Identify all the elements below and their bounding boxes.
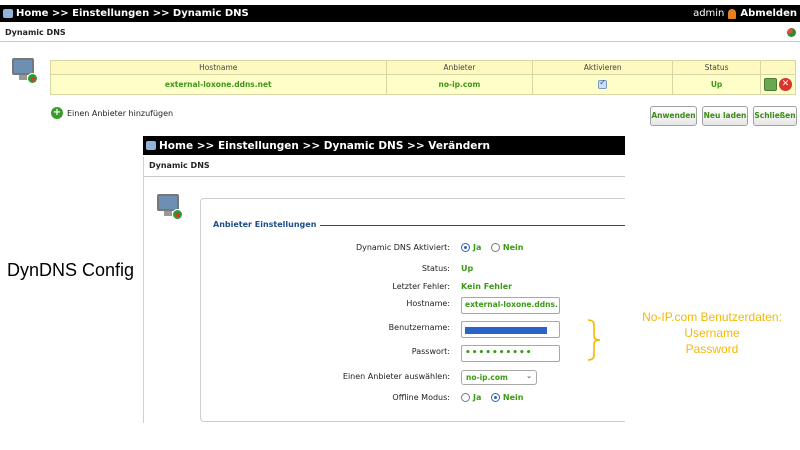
label-hostname: Hostname: <box>406 299 450 308</box>
radio-active-yes[interactable] <box>461 243 470 252</box>
radio-active-no[interactable] <box>490 243 500 252</box>
section-title: Dynamic DNS <box>0 26 800 42</box>
cell-hostname: external-loxone.ddns.net <box>50 74 387 95</box>
row-hostname: Hostname: external-loxone.ddns. <box>143 296 625 314</box>
annotation-line-3: Password <box>685 342 739 356</box>
annotation-line-2: Username <box>684 326 740 340</box>
dyndns-active-radios: Ja Nein <box>461 243 530 252</box>
radio-active-yes-label: Ja <box>473 243 482 252</box>
username-field[interactable] <box>461 321 560 338</box>
network-computer-icon <box>12 58 38 84</box>
col-header-enable: Aktivieren <box>532 60 674 75</box>
col-header-status: Status <box>672 60 761 75</box>
label-status: Status: <box>421 264 450 273</box>
label-username: Benutzername: <box>388 323 450 332</box>
offline-mode-radios: Ja Nein <box>461 393 530 402</box>
hostname-field-wrap: external-loxone.ddns. <box>461 297 560 314</box>
apply-button[interactable]: Anwenden <box>650 106 697 126</box>
provider-select-value: no-ip.com <box>466 373 508 382</box>
row-status: Status: Up <box>143 261 625 279</box>
row-username: Benutzername: <box>143 320 625 338</box>
section-title-text: Dynamic DNS <box>5 28 66 37</box>
username-label: admin <box>693 8 725 19</box>
cell-status: Up <box>672 74 761 95</box>
close-button[interactable]: Schließen <box>753 106 797 126</box>
last-error-value: Kein Fehler <box>461 282 513 291</box>
fieldset-legend: Anbieter Einstellungen <box>213 220 321 229</box>
title-bar: Home >> Einstellungen >> Dynamic DNS adm… <box>0 5 800 22</box>
radio-active-no-label: Nein <box>502 243 524 252</box>
label-last-error: Letzter Fehler: <box>392 282 450 291</box>
dialog-section-title: Dynamic DNS <box>143 157 625 177</box>
row-password: Passwort: •••••••••• <box>143 344 625 362</box>
cell-actions: ✕ <box>760 74 796 95</box>
add-provider-link[interactable]: + Einen Anbieter hinzufügen <box>51 107 173 119</box>
cell-provider: no-ip.com <box>385 74 534 95</box>
add-provider-label: Einen Anbieter hinzufügen <box>67 108 174 118</box>
breadcrumb: Home >> Einstellungen >> Dynamic DNS <box>16 8 249 19</box>
enable-checkbox[interactable] <box>598 78 608 90</box>
user-icon <box>728 8 737 19</box>
home-icon[interactable] <box>3 9 13 18</box>
radio-offline-no[interactable] <box>490 393 500 402</box>
col-header-hostname: Hostname <box>50 60 387 75</box>
annotation-line-1: No-IP.com Benutzerdaten: <box>642 310 782 324</box>
dialog-breadcrumb: Home >> Einstellungen >> Dynamic DNS >> … <box>159 139 490 152</box>
logout-link[interactable]: Abmelden <box>740 8 797 19</box>
table-row[interactable]: external-loxone.ddns.net no-ip.com Up ✕ <box>50 74 796 95</box>
delete-icon[interactable]: ✕ <box>779 78 792 91</box>
label-dyndns-active: Dynamic DNS Aktiviert: <box>355 243 450 252</box>
status-value: Up <box>461 264 474 273</box>
col-header-provider: Anbieter <box>385 60 534 75</box>
home-icon[interactable] <box>146 141 156 150</box>
network-computer-icon <box>157 194 183 220</box>
redaction-bar <box>465 327 547 334</box>
chevron-down-icon: ⌄ <box>526 372 532 380</box>
provider-select-wrap: no-ip.com ⌄ <box>461 370 537 385</box>
credentials-annotation: No-IP.com Benutzerdaten: Username Passwo… <box>626 309 798 357</box>
cell-enable <box>532 74 674 95</box>
legend-divider <box>303 225 625 226</box>
row-provider-select: Einen Anbieter auswählen: no-ip.com ⌄ <box>143 369 625 387</box>
row-dyndns-active: Dynamic DNS Aktiviert: Ja Nein <box>143 240 625 258</box>
row-last-error: Letzter Fehler: Kein Fehler <box>143 279 625 297</box>
label-password: Passwort: <box>411 347 450 356</box>
provider-table: Hostname Anbieter Aktivieren Status exte… <box>50 60 796 95</box>
edit-dialog: Home >> Einstellungen >> Dynamic DNS >> … <box>143 136 625 423</box>
help-icon[interactable] <box>787 28 796 37</box>
col-header-actions <box>760 60 796 75</box>
bracket-annotation <box>587 319 601 361</box>
password-field-wrap: •••••••••• <box>461 345 560 362</box>
password-field[interactable]: •••••••••• <box>461 345 560 362</box>
label-provider-select: Einen Anbieter auswählen: <box>342 372 450 381</box>
row-offline-mode: Offline Modus: Ja Nein <box>143 390 625 408</box>
radio-offline-yes[interactable] <box>461 393 470 402</box>
provider-select[interactable]: no-ip.com ⌄ <box>461 370 537 385</box>
side-caption: DynDNS Config <box>7 260 135 280</box>
user-area: admin Abmelden <box>693 5 797 22</box>
label-offline-mode: Offline Modus: <box>392 393 450 402</box>
dialog-title-bar: Home >> Einstellungen >> Dynamic DNS >> … <box>143 136 625 155</box>
edit-icon[interactable] <box>764 78 777 91</box>
radio-offline-no-label: Nein <box>502 393 524 402</box>
radio-offline-yes-label: Ja <box>473 393 482 402</box>
username-field-wrap <box>461 321 560 338</box>
reload-button[interactable]: Neu laden <box>702 106 748 126</box>
hostname-field[interactable]: external-loxone.ddns. <box>461 297 560 314</box>
add-icon: + <box>51 107 63 119</box>
